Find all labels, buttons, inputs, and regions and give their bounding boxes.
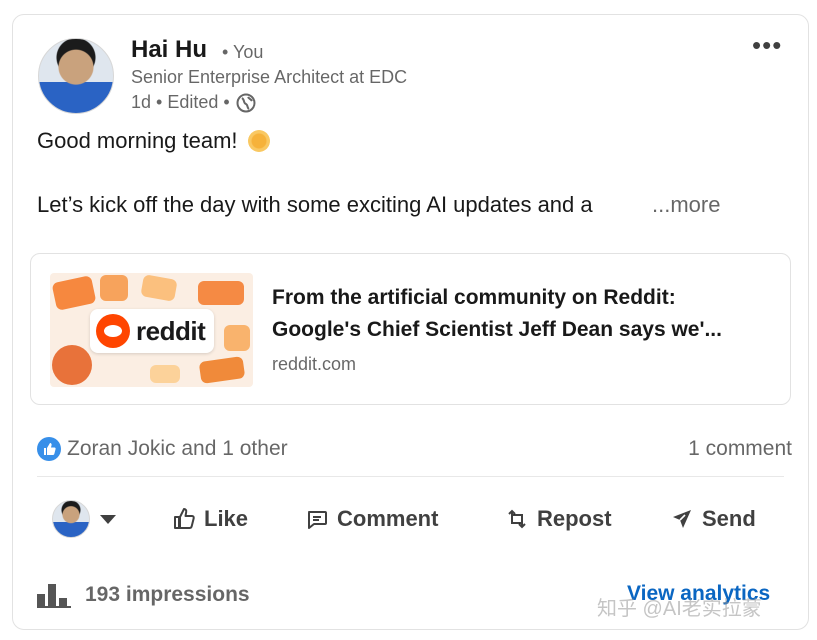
reddit-wordmark: reddit [136, 315, 206, 346]
like-button[interactable]: Like [172, 506, 248, 532]
watermark: 知乎 @AI老实拉蒙 [597, 598, 762, 620]
link-preview-card[interactable]: reddit From the artificial community on … [30, 253, 791, 405]
comment-label: Comment [337, 506, 439, 531]
caret-down-icon [100, 514, 116, 524]
more-options-icon[interactable]: ••• [752, 30, 782, 61]
like-label: Like [204, 506, 249, 531]
author-name[interactable]: Hai Hu [131, 36, 207, 64]
impressions-text: 193 impressions [85, 583, 250, 606]
link-domain: reddit.com [272, 354, 357, 374]
actor-avatar [52, 500, 90, 538]
reddit-snoo-icon [96, 314, 130, 348]
globe-icon [236, 93, 256, 112]
send-icon [673, 510, 691, 528]
actor-switcher[interactable] [52, 500, 116, 538]
reddit-logo: reddit [90, 309, 214, 353]
author-avatar[interactable] [38, 38, 114, 114]
comment-button[interactable]: Comment [305, 506, 438, 532]
repost-label: Repost [537, 506, 612, 531]
post-meta-text: 1d • Edited • [131, 92, 230, 112]
comment-icon [308, 511, 327, 529]
post-text-line1: Good morning team! [37, 128, 270, 154]
post-greeting: Good morning team! [37, 128, 238, 153]
reactions-summary[interactable]: Zoran Jokic and 1 other [37, 437, 288, 461]
repost-icon [508, 509, 526, 529]
sun-emoji-icon [247, 130, 270, 152]
link-preview-thumbnail: reddit [50, 273, 253, 387]
post-meta: 1d • Edited • [131, 92, 256, 113]
author-headline: Senior Enterprise Architect at EDC [131, 67, 408, 87]
divider [37, 476, 784, 477]
like-reaction-icon [37, 437, 61, 461]
repost-button[interactable]: Repost [505, 506, 612, 532]
thumbs-up-icon [174, 508, 195, 529]
bar-chart-icon [37, 584, 71, 608]
post-text-line2: Let’s kick off the day with some excitin… [37, 192, 593, 217]
impressions: 193 impressions [37, 582, 250, 608]
reactions-text: Zoran Jokic and 1 other [67, 437, 288, 460]
you-tag: • You [222, 42, 264, 62]
see-more-link[interactable]: ...more [652, 192, 720, 218]
comments-count[interactable]: 1 comment [688, 437, 792, 461]
link-title-line1: From the artificial community on Reddit: [272, 286, 676, 309]
send-button[interactable]: Send [670, 506, 756, 532]
link-title-line2: Google's Chief Scientist Jeff Dean says … [272, 318, 722, 341]
send-label: Send [702, 506, 756, 531]
